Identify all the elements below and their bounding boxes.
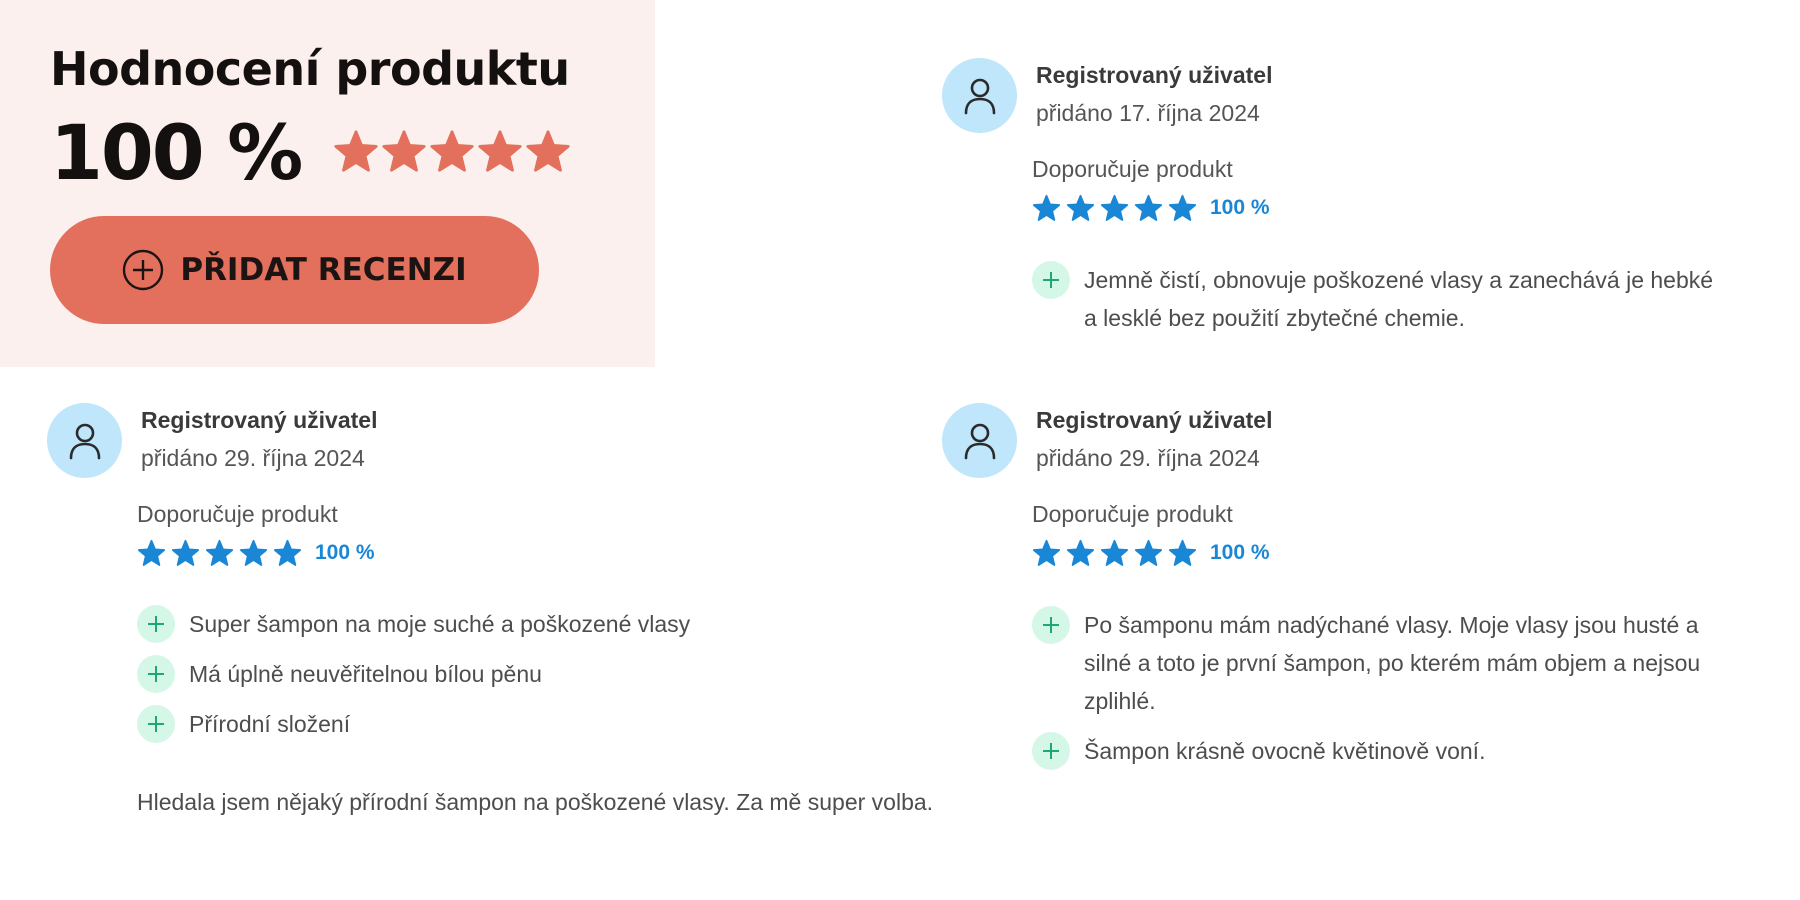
review-comment: Hledala jsem nějaký přírodní šampon na p… <box>137 789 934 815</box>
plus-icon <box>1032 732 1070 770</box>
pro-item: Po šamponu mám nadýchané vlasy. Moje vla… <box>1032 606 1732 720</box>
user-icon <box>964 78 995 114</box>
review-rating: 100 % <box>1032 537 1270 569</box>
star-icon <box>273 539 302 566</box>
review-stars <box>1032 194 1202 223</box>
pro-text: Jemně čistí, obnovuje poškozené vlasy a … <box>1084 267 1714 331</box>
pro-text: Šampon krásně ovocně květinově voní. <box>1084 738 1486 764</box>
star-icon <box>1032 539 1061 566</box>
pro-item: Šampon krásně ovocně květinově voní. <box>1032 732 1732 770</box>
recommends-label: Doporučuje produkt <box>137 501 338 527</box>
review-author: Registrovaný uživatel <box>141 407 378 433</box>
review-rating-percent: 100 % <box>1210 541 1270 564</box>
pro-text: Má úplně neuvěřitelnou bílou pěnu <box>189 661 542 687</box>
plus-circle-icon <box>123 249 164 291</box>
summary-title: Hodnocení produktu <box>50 42 570 96</box>
avatar <box>942 403 1017 478</box>
score-row: 100 % <box>50 107 655 197</box>
pro-item: Super šampon na moje suché a poškozené v… <box>137 605 937 643</box>
review-rating: 100 % <box>137 537 375 569</box>
user-icon <box>964 423 995 459</box>
star-icon <box>239 539 268 566</box>
summary-stars <box>333 129 571 175</box>
avatar <box>47 403 122 478</box>
star-icon <box>1100 539 1129 566</box>
review-date: přidáno 17. října 2024 <box>1036 100 1260 126</box>
review-rating-percent: 100 % <box>1210 196 1270 219</box>
user-icon <box>69 423 100 459</box>
pro-item: Má úplně neuvěřitelnou bílou pěnu <box>137 655 937 693</box>
recommends-label: Doporučuje produkt <box>1032 501 1233 527</box>
star-icon <box>382 130 426 172</box>
add-review-label: PŘIDAT RECENZI <box>180 252 467 288</box>
pros-list: Jemně čistí, obnovuje poškozené vlasy a … <box>1032 261 1732 349</box>
review-card: Registrovaný uživatel přidáno 29. října … <box>47 403 947 823</box>
star-icon <box>137 539 166 566</box>
avatar <box>942 58 1017 133</box>
pros-list: Super šampon na moje suché a poškozené v… <box>137 605 937 755</box>
reviews-page: Hodnocení produktu 100 % PŘIDAT RECENZI … <box>0 0 1800 900</box>
pro-item: Jemně čistí, obnovuje poškozené vlasy a … <box>1032 261 1732 337</box>
star-icon <box>1066 539 1095 566</box>
star-icon <box>526 130 570 172</box>
pro-item: Přírodní složení <box>137 705 937 743</box>
star-icon <box>1032 194 1061 221</box>
star-icon <box>1100 194 1129 221</box>
star-icon <box>171 539 200 566</box>
overall-score: 100 % <box>50 107 303 197</box>
star-icon <box>1134 194 1163 221</box>
review-date: přidáno 29. října 2024 <box>141 445 365 471</box>
star-icon <box>430 130 474 172</box>
review-date: přidáno 29. října 2024 <box>1036 445 1260 471</box>
star-icon <box>1168 539 1197 566</box>
review-rating: 100 % <box>1032 192 1270 224</box>
star-icon <box>334 130 378 172</box>
pro-text: Super šampon na moje suché a poškozené v… <box>189 611 691 637</box>
plus-icon <box>1032 606 1070 644</box>
pro-text: Po šamponu mám nadýchané vlasy. Moje vla… <box>1084 612 1701 714</box>
plus-icon <box>137 705 175 743</box>
plus-icon <box>137 605 175 643</box>
star-icon <box>205 539 234 566</box>
review-card: Registrovaný uživatel přidáno 29. října … <box>942 403 1742 803</box>
review-stars <box>1032 539 1202 568</box>
star-icon <box>478 130 522 172</box>
review-stars <box>137 539 307 568</box>
review-card: Registrovaný uživatel přidáno 17. října … <box>942 58 1742 358</box>
review-author: Registrovaný uživatel <box>1036 407 1273 433</box>
recommends-label: Doporučuje produkt <box>1032 156 1233 182</box>
star-icon <box>1168 194 1197 221</box>
star-icon <box>1134 539 1163 566</box>
plus-icon <box>1032 261 1070 299</box>
star-icon <box>1066 194 1095 221</box>
plus-icon <box>137 655 175 693</box>
review-author: Registrovaný uživatel <box>1036 62 1273 88</box>
review-rating-percent: 100 % <box>315 541 375 564</box>
add-review-button[interactable]: PŘIDAT RECENZI <box>50 216 539 324</box>
pro-text: Přírodní složení <box>189 711 351 737</box>
pros-list: Po šamponu mám nadýchané vlasy. Moje vla… <box>1032 606 1732 782</box>
